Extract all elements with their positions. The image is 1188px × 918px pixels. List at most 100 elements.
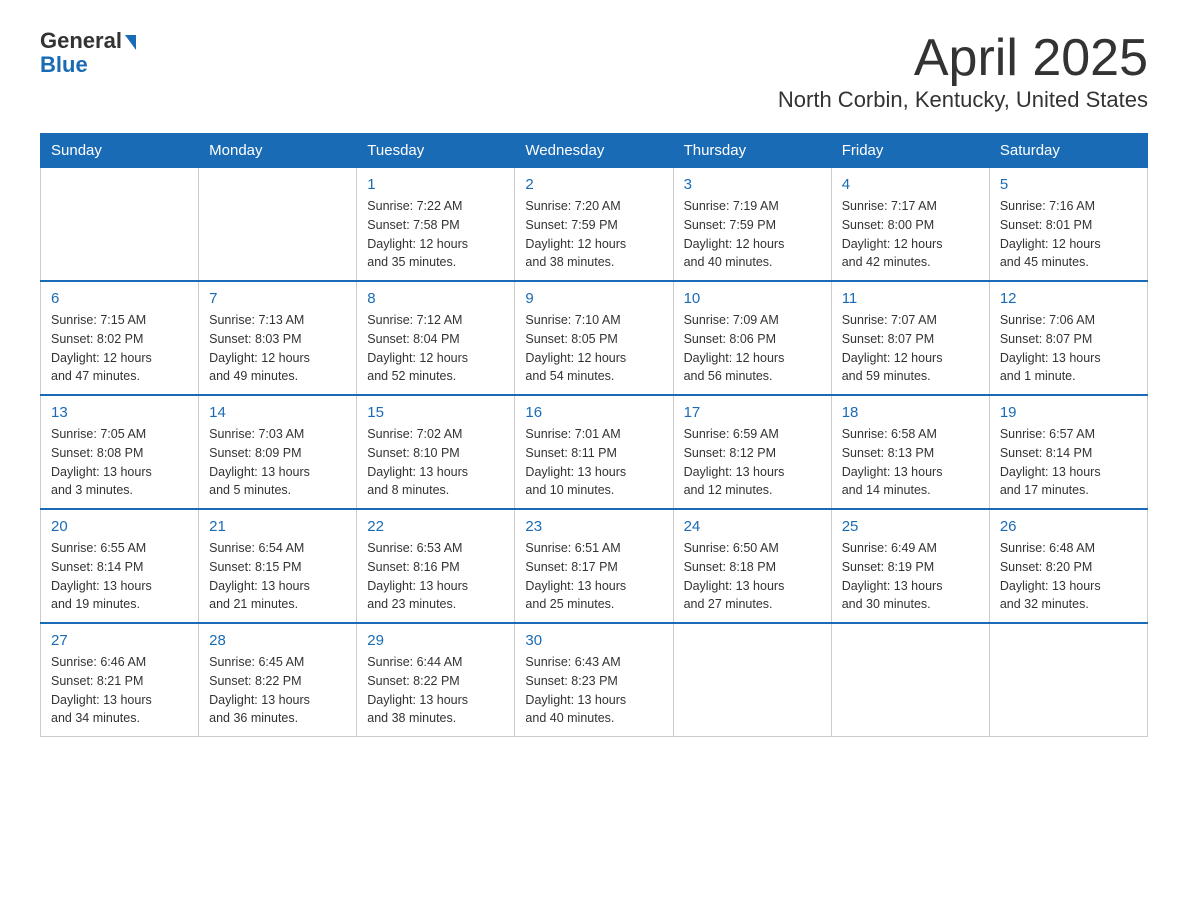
- day-number: 4: [842, 176, 979, 193]
- logo-line2: Blue: [40, 54, 88, 76]
- table-row: 13Sunrise: 7:05 AM Sunset: 8:08 PM Dayli…: [41, 395, 199, 509]
- day-number: 11: [842, 290, 979, 307]
- table-row: 23 Sunrise: 6:51 AM Sunset: 8:17 PM Dayli…: [515, 509, 673, 623]
- day-number: 2: [525, 176, 662, 193]
- calendar-header-row: Sunday Monday Tuesday Wednesday Thursday…: [41, 134, 1148, 168]
- calendar-title: April 2025: [778, 30, 1148, 87]
- table-row: 17 Sunrise: 6:59 AM Sunset: 8:12 PM Dayli…: [673, 395, 831, 509]
- table-row: 18 Sunrise: 6:58 AM Sunset: 8:13 PM Dayli…: [831, 395, 989, 509]
- day-number: 12: [1000, 290, 1137, 307]
- day-info: Sunrise: 6:53 AM Sunset: 8:16 PM Dayligh…: [367, 539, 504, 614]
- day-number: 8: [367, 290, 504, 307]
- logo-line1: General: [40, 30, 136, 52]
- table-row: [831, 623, 989, 737]
- table-row: [989, 623, 1147, 737]
- table-row: 4 Sunrise: 7:17 AM Sunset: 8:00 PM Daylig…: [831, 168, 989, 282]
- day-info: Sunrise: 7:15 AM Sunset: 8:02 PM Dayligh…: [51, 311, 188, 386]
- day-number: 9: [525, 290, 662, 307]
- table-row: [199, 168, 357, 282]
- table-row: 9 Sunrise: 7:10 AM Sunset: 8:05 PM Daylig…: [515, 281, 673, 395]
- table-row: 10Sunrise: 7:09 AM Sunset: 8:06 PM Dayli…: [673, 281, 831, 395]
- table-row: 7 Sunrise: 7:13 AM Sunset: 8:03 PM Daylig…: [199, 281, 357, 395]
- day-info: Sunrise: 6:44 AM Sunset: 8:22 PM Dayligh…: [367, 653, 504, 728]
- day-number: 26: [1000, 518, 1137, 535]
- day-number: 28: [209, 632, 346, 649]
- table-row: 5 Sunrise: 7:16 AM Sunset: 8:01 PM Daylig…: [989, 168, 1147, 282]
- day-info: Sunrise: 6:58 AM Sunset: 8:13 PM Dayligh…: [842, 425, 979, 500]
- day-info: Sunrise: 7:16 AM Sunset: 8:01 PM Dayligh…: [1000, 197, 1137, 272]
- day-info: Sunrise: 7:01 AM Sunset: 8:11 PM Dayligh…: [525, 425, 662, 500]
- table-row: 25Sunrise: 6:49 AM Sunset: 8:19 PM Dayli…: [831, 509, 989, 623]
- header-sunday: Sunday: [41, 134, 199, 168]
- table-row: 24Sunrise: 6:50 AM Sunset: 8:18 PM Dayli…: [673, 509, 831, 623]
- calendar-table: Sunday Monday Tuesday Wednesday Thursday…: [40, 133, 1148, 737]
- day-number: 23: [525, 518, 662, 535]
- table-row: 21Sunrise: 6:54 AM Sunset: 8:15 PM Dayli…: [199, 509, 357, 623]
- day-info: Sunrise: 6:55 AM Sunset: 8:14 PM Dayligh…: [51, 539, 188, 614]
- day-info: Sunrise: 7:10 AM Sunset: 8:05 PM Dayligh…: [525, 311, 662, 386]
- table-row: [673, 623, 831, 737]
- table-row: 11 Sunrise: 7:07 AM Sunset: 8:07 PM Dayli…: [831, 281, 989, 395]
- day-number: 3: [684, 176, 821, 193]
- day-info: Sunrise: 6:57 AM Sunset: 8:14 PM Dayligh…: [1000, 425, 1137, 500]
- header-thursday: Thursday: [673, 134, 831, 168]
- table-row: 28 Sunrise: 6:45 AM Sunset: 8:22 PM Dayli…: [199, 623, 357, 737]
- day-info: Sunrise: 7:22 AM Sunset: 7:58 PM Dayligh…: [367, 197, 504, 272]
- day-number: 30: [525, 632, 662, 649]
- day-info: Sunrise: 7:12 AM Sunset: 8:04 PM Dayligh…: [367, 311, 504, 386]
- day-number: 29: [367, 632, 504, 649]
- table-row: 30 Sunrise: 6:43 AM Sunset: 8:23 PM Dayli…: [515, 623, 673, 737]
- day-info: Sunrise: 7:02 AM Sunset: 8:10 PM Dayligh…: [367, 425, 504, 500]
- day-number: 25: [842, 518, 979, 535]
- day-info: Sunrise: 6:46 AM Sunset: 8:21 PM Dayligh…: [51, 653, 188, 728]
- day-info: Sunrise: 7:05 AM Sunset: 8:08 PM Dayligh…: [51, 425, 188, 500]
- table-row: 3 Sunrise: 7:19 AM Sunset: 7:59 PM Daylig…: [673, 168, 831, 282]
- day-info: Sunrise: 7:09 AM Sunset: 8:06 PM Dayligh…: [684, 311, 821, 386]
- day-number: 21: [209, 518, 346, 535]
- table-row: 19 Sunrise: 6:57 AM Sunset: 8:14 PM Dayli…: [989, 395, 1147, 509]
- header-friday: Friday: [831, 134, 989, 168]
- page-header: General Blue April 2025 North Corbin, Ke…: [40, 30, 1148, 113]
- day-number: 27: [51, 632, 188, 649]
- calendar-week-row: 27 Sunrise: 6:46 AM Sunset: 8:21 PM Dayli…: [41, 623, 1148, 737]
- day-info: Sunrise: 6:51 AM Sunset: 8:17 PM Dayligh…: [525, 539, 662, 614]
- day-number: 22: [367, 518, 504, 535]
- day-info: Sunrise: 7:17 AM Sunset: 8:00 PM Dayligh…: [842, 197, 979, 272]
- calendar-week-row: 1Sunrise: 7:22 AM Sunset: 7:58 PM Daylig…: [41, 168, 1148, 282]
- day-number: 15: [367, 404, 504, 421]
- day-number: 7: [209, 290, 346, 307]
- title-block: April 2025 North Corbin, Kentucky, Unite…: [778, 30, 1148, 113]
- table-row: [41, 168, 199, 282]
- table-row: 6 Sunrise: 7:15 AM Sunset: 8:02 PM Daylig…: [41, 281, 199, 395]
- day-number: 18: [842, 404, 979, 421]
- day-info: Sunrise: 6:45 AM Sunset: 8:22 PM Dayligh…: [209, 653, 346, 728]
- day-info: Sunrise: 6:43 AM Sunset: 8:23 PM Dayligh…: [525, 653, 662, 728]
- day-info: Sunrise: 7:07 AM Sunset: 8:07 PM Dayligh…: [842, 311, 979, 386]
- day-number: 14: [209, 404, 346, 421]
- day-info: Sunrise: 7:20 AM Sunset: 7:59 PM Dayligh…: [525, 197, 662, 272]
- day-info: Sunrise: 7:13 AM Sunset: 8:03 PM Dayligh…: [209, 311, 346, 386]
- day-info: Sunrise: 7:06 AM Sunset: 8:07 PM Dayligh…: [1000, 311, 1137, 386]
- day-number: 20: [51, 518, 188, 535]
- day-number: 24: [684, 518, 821, 535]
- day-number: 16: [525, 404, 662, 421]
- table-row: 27 Sunrise: 6:46 AM Sunset: 8:21 PM Dayli…: [41, 623, 199, 737]
- calendar-week-row: 13Sunrise: 7:05 AM Sunset: 8:08 PM Dayli…: [41, 395, 1148, 509]
- table-row: 8 Sunrise: 7:12 AM Sunset: 8:04 PM Daylig…: [357, 281, 515, 395]
- header-tuesday: Tuesday: [357, 134, 515, 168]
- day-info: Sunrise: 6:59 AM Sunset: 8:12 PM Dayligh…: [684, 425, 821, 500]
- day-number: 6: [51, 290, 188, 307]
- day-info: Sunrise: 7:19 AM Sunset: 7:59 PM Dayligh…: [684, 197, 821, 272]
- day-number: 5: [1000, 176, 1137, 193]
- table-row: 22 Sunrise: 6:53 AM Sunset: 8:16 PM Dayli…: [357, 509, 515, 623]
- table-row: 29 Sunrise: 6:44 AM Sunset: 8:22 PM Dayli…: [357, 623, 515, 737]
- table-row: 16 Sunrise: 7:01 AM Sunset: 8:11 PM Dayli…: [515, 395, 673, 509]
- header-monday: Monday: [199, 134, 357, 168]
- table-row: 26Sunrise: 6:48 AM Sunset: 8:20 PM Dayli…: [989, 509, 1147, 623]
- table-row: 12 Sunrise: 7:06 AM Sunset: 8:07 PM Dayli…: [989, 281, 1147, 395]
- header-saturday: Saturday: [989, 134, 1147, 168]
- logo: General Blue: [40, 30, 136, 76]
- day-number: 19: [1000, 404, 1137, 421]
- day-number: 17: [684, 404, 821, 421]
- table-row: 2 Sunrise: 7:20 AM Sunset: 7:59 PM Daylig…: [515, 168, 673, 282]
